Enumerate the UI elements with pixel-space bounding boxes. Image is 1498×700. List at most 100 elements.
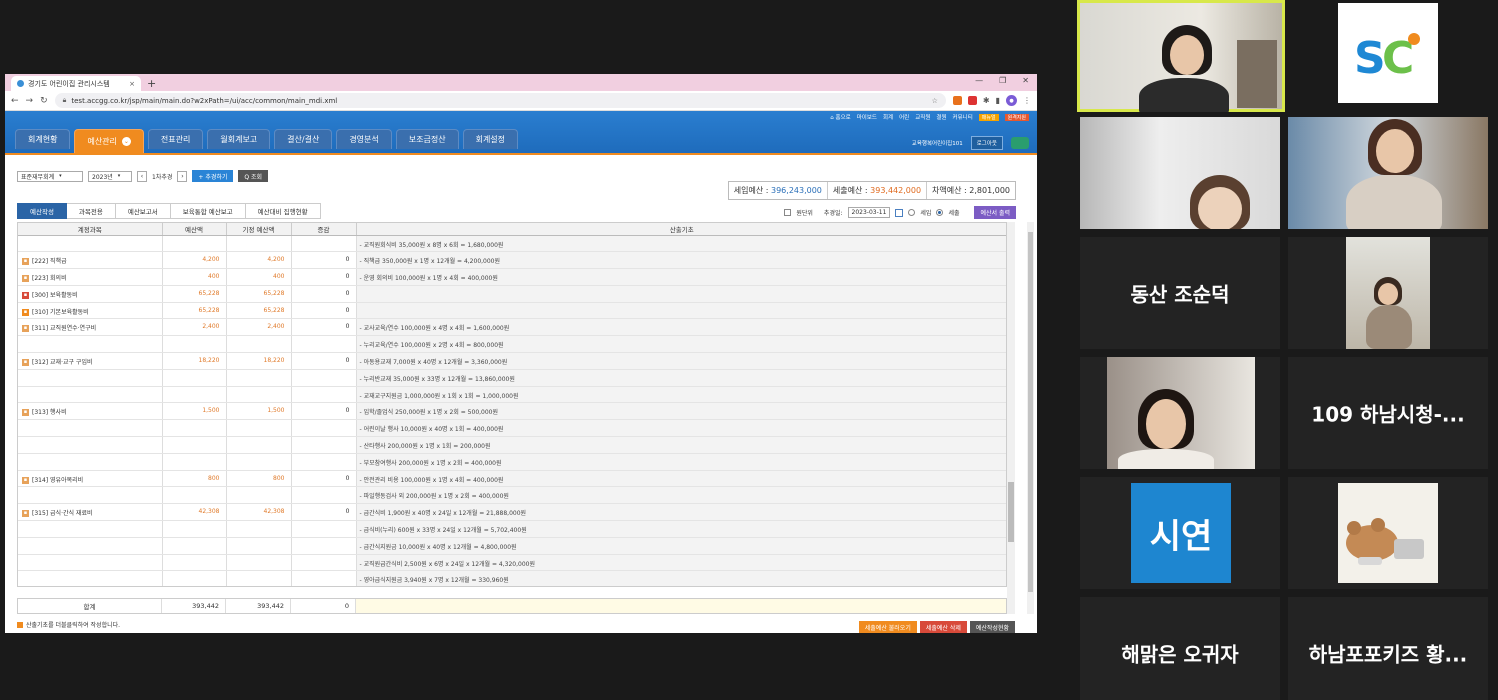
- back-icon[interactable]: ←: [11, 96, 19, 106]
- page-scrollbar[interactable]: [1027, 222, 1034, 614]
- table-row[interactable]: - 산타행사 200,000원 x 1명 x 1회 = 200,000원: [18, 436, 1006, 454]
- participant-video-3[interactable]: [1288, 117, 1488, 229]
- profile-avatar[interactable]: ●: [1006, 95, 1017, 106]
- table-row[interactable]: ▪ [300] 보육활동비 65,228 65,228 0: [18, 285, 1006, 303]
- table-row[interactable]: ▪ [310] 기본보육활동비 65,228 65,228 0: [18, 302, 1006, 320]
- table-row[interactable]: - 급식비(누리) 600원 x 33명 x 24일 x 12개월 = 5,70…: [18, 520, 1006, 538]
- load-expense-budget-button[interactable]: 세출예산 불러오기: [858, 621, 917, 633]
- forward-icon[interactable]: →: [26, 96, 34, 106]
- subtab-budget-report[interactable]: 예산보고서: [115, 203, 171, 219]
- util-link-myboard[interactable]: 마이보드: [857, 113, 877, 121]
- restore-icon[interactable]: ❐: [999, 76, 1006, 85]
- tab-management-analysis[interactable]: 경영분석: [336, 129, 392, 149]
- year-select[interactable]: 2023년 ▾: [88, 170, 132, 182]
- print-budget-button[interactable]: 예산서 출력: [974, 206, 1016, 219]
- table-row[interactable]: ▪ [314] 영유아복리비 800 800 0- 안전관리 비용 100,000원 x…: [18, 470, 1006, 488]
- table-row[interactable]: - 교직원회식비 35,000원 x 8명 x 6회 = 1,680,000원: [18, 235, 1006, 253]
- tab-subsidy-settlement[interactable]: 보조금정산: [395, 129, 459, 149]
- util-link-child[interactable]: 어린: [899, 113, 909, 121]
- menu-dots-icon[interactable]: ⋮: [1023, 96, 1031, 105]
- delete-expense-budget-button[interactable]: 세출예산 삭제: [919, 621, 967, 633]
- util-link-home[interactable]: ⌂ 홈으로: [830, 113, 850, 121]
- sidepanel-icon[interactable]: ▮: [996, 96, 1000, 105]
- table-row[interactable]: ▪ [222] 직책급 4,200 4,200 0- 직책급 350,000원 x 1명…: [18, 251, 1006, 270]
- table-row[interactable]: - 어린이날 행사 10,000원 x 40명 x 1회 = 400,000원: [18, 419, 1006, 438]
- search-button[interactable]: Q 조회: [238, 170, 269, 182]
- table-row[interactable]: - 영아급식지원금 3,940원 x 7명 x 12개월 = 330,960원: [18, 570, 1006, 586]
- table-row[interactable]: - 누리반교재 35,000원 x 33명 x 12개월 = 13,860,00…: [18, 369, 1006, 387]
- cell-basis[interactable]: - 파일행동검사 외 200,000원 x 1명 x 2회 = 400,000원: [356, 486, 1006, 505]
- cell-basis[interactable]: - 영아급식지원금 3,940원 x 7명 x 12개월 = 330,960원: [356, 570, 1006, 586]
- cell-basis[interactable]: - 운영 회의비 100,000원 x 1명 x 4회 = 400,000원: [356, 268, 1006, 286]
- reload-icon[interactable]: ↻: [40, 96, 48, 106]
- close-window-icon[interactable]: ✕: [1022, 76, 1029, 85]
- cell-basis[interactable]: - 직책급 350,000원 x 1명 x 12개월 = 4,200,000원: [356, 251, 1006, 270]
- participant-tile-name-2[interactable]: 109 하남시청-...: [1288, 357, 1488, 469]
- cell-basis[interactable]: - 누리교육/연수 100,000원 x 2명 x 4회 = 800,000원: [356, 335, 1006, 354]
- cell-basis[interactable]: - 교직원급간식비 2,500원 x 6명 x 24일 x 12개월 = 4,3…: [356, 554, 1006, 572]
- table-row[interactable]: ▪ [223] 회의비 400 400 0- 운영 회의비 100,000원 x 1명 …: [18, 268, 1006, 286]
- participant-video-2[interactable]: [1080, 117, 1280, 229]
- budget-status-button[interactable]: 예산작성현황: [969, 621, 1015, 633]
- grid-scrollbar-thumb[interactable]: [1008, 482, 1014, 542]
- cell-basis[interactable]: - 누리반교재 35,000원 x 33명 x 12개월 = 13,860,00…: [356, 369, 1006, 387]
- cell-basis[interactable]: - 교직원회식비 35,000원 x 8명 x 6회 = 1,680,000원: [356, 235, 1006, 253]
- participant-tile-name-3[interactable]: 해맑은 오귀자: [1080, 597, 1280, 700]
- table-row[interactable]: ▪ [315] 급식·간식 재료비 42,308 42,308 0- 급간식비 1,90…: [18, 503, 1006, 522]
- tab-accounting-settings[interactable]: 회계설정: [462, 129, 519, 149]
- cell-basis[interactable]: - 급식비(누리) 600원 x 33명 x 24일 x 12개월 = 5,70…: [356, 520, 1006, 538]
- cell-basis[interactable]: - 급간식지원금 10,000원 x 40명 x 12개월 = 4,800,00…: [356, 537, 1006, 555]
- cell-basis[interactable]: - 교재교구지원금 1,000,000원 x 1회 x 1회 = 1,000,0…: [356, 386, 1006, 404]
- participant-tile-sion[interactable]: 시연: [1080, 477, 1280, 589]
- cell-basis[interactable]: - 안전관리 비용 100,000원 x 1명 x 4회 = 400,000원: [356, 470, 1006, 488]
- manual-badge[interactable]: 매뉴얼: [978, 113, 999, 121]
- table-row[interactable]: - 교재교구지원금 1,000,000원 x 1회 x 1회 = 1,000,0…: [18, 386, 1006, 404]
- tab-settlement[interactable]: 결산/결산: [274, 129, 333, 149]
- extension-red-icon[interactable]: [967, 96, 977, 105]
- tab-budget-management[interactable]: 예산관리 ⌄: [74, 129, 144, 153]
- url-field[interactable]: 🔒︎ test.accgg.co.kr/jsp/main/main.do?w2x…: [54, 93, 946, 108]
- participant-video-4[interactable]: [1288, 237, 1488, 349]
- cell-basis[interactable]: - 급간식비 1,900원 x 40명 x 24일 x 12개월 = 21,88…: [356, 503, 1006, 522]
- util-link-accounting[interactable]: 회계: [883, 113, 893, 121]
- cell-basis[interactable]: - 어린이날 행사 10,000원 x 40명 x 1회 = 400,000원: [356, 419, 1006, 438]
- unit-checkbox[interactable]: [784, 209, 792, 216]
- logout-button[interactable]: 로그아웃: [970, 136, 1003, 150]
- cell-basis[interactable]: - 아동용교재 7,000원 x 40명 x 12개월 = 3,360,000원: [356, 352, 1006, 370]
- table-row[interactable]: - 부모참여행사 200,000원 x 1명 x 2회 = 400,000원: [18, 453, 1006, 471]
- participant-video-5[interactable]: [1080, 357, 1280, 469]
- page-scrollbar-thumb[interactable]: [1028, 232, 1033, 592]
- remote-support-badge[interactable]: 원격지원: [1004, 113, 1029, 121]
- util-link-staff[interactable]: 교직원: [915, 113, 930, 121]
- calendar-icon[interactable]: [895, 208, 904, 217]
- participant-video-1[interactable]: [1077, 0, 1285, 112]
- browser-tab[interactable]: 경기도 어린이집 관리시스템 ×: [11, 76, 141, 91]
- next-revision-button[interactable]: ›: [177, 170, 188, 182]
- minimize-icon[interactable]: —: [975, 76, 983, 85]
- cell-basis[interactable]: - 입학/졸업식 250,000원 x 1명 x 2회 = 500,000원: [356, 402, 1006, 421]
- bookmark-star-icon[interactable]: ☆: [932, 97, 938, 105]
- participant-tile-bear[interactable]: [1288, 477, 1488, 589]
- add-revision-button[interactable]: + 추경하기: [192, 170, 234, 182]
- cell-basis[interactable]: - 교사교육/연수 100,000원 x 4명 x 4회 = 1,600,000…: [356, 318, 1006, 337]
- close-tab-icon[interactable]: ×: [129, 80, 135, 88]
- tab-monthly-report[interactable]: 월회계보고: [207, 129, 271, 149]
- cell-basis[interactable]: - 부모참여행사 200,000원 x 1명 x 2회 = 400,000원: [356, 453, 1006, 471]
- table-row[interactable]: ▪ [311] 교직원연수·연구비 2,400 2,400 0- 교사교육/연수 100…: [18, 318, 1006, 337]
- revision-date-input[interactable]: 2023-03-11: [847, 207, 891, 218]
- subtab-subject-transfer[interactable]: 과목전용: [66, 203, 116, 219]
- tab-voucher-management[interactable]: 전표관리: [147, 129, 204, 149]
- expense-radio[interactable]: [936, 209, 944, 216]
- new-tab-button[interactable]: +: [147, 77, 156, 90]
- extension-orange-icon[interactable]: [952, 96, 962, 105]
- cell-basis[interactable]: [356, 285, 1006, 303]
- table-row[interactable]: - 급간식지원금 10,000원 x 40명 x 12개월 = 4,800,00…: [18, 537, 1006, 555]
- tab-accounting-status[interactable]: 회계현황: [15, 129, 71, 149]
- participant-tile-name-4[interactable]: 하남포포키즈 황...: [1288, 597, 1488, 700]
- grid-scrollbar[interactable]: [1007, 222, 1015, 614]
- table-row[interactable]: - 교직원급간식비 2,500원 x 6명 x 24일 x 12개월 = 4,3…: [18, 554, 1006, 572]
- cell-basis[interactable]: [356, 302, 1006, 320]
- puzzle-icon[interactable]: ✱: [983, 96, 990, 105]
- participant-tile-name-1[interactable]: 동산 조순덕: [1080, 237, 1280, 349]
- table-row[interactable]: ▪ [312] 교재·교구 구입비 18,220 18,220 0- 아동용교재 7,0…: [18, 352, 1006, 370]
